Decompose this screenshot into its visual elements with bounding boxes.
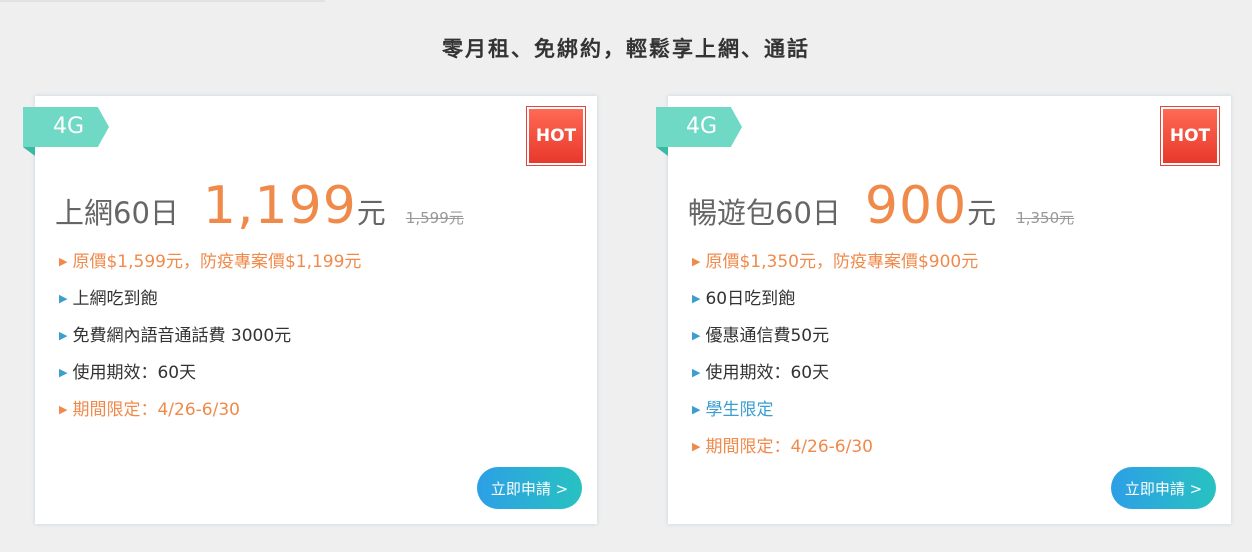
price-row: 上網60日 1,199 元 1,599元 xyxy=(55,176,464,236)
plan-name: 暢遊包60日 xyxy=(688,196,841,230)
apply-button[interactable]: 立即申請 > xyxy=(477,467,582,509)
bullet-arrow-icon: ▶ xyxy=(692,366,701,379)
ribbon-fold xyxy=(656,147,668,156)
plan-card-internet-60: 4G HOT 上網60日 1,199 元 1,599元 ▶ 原價$1,599元，防… xyxy=(23,96,597,524)
feature-item: ▶ 60日吃到飽 xyxy=(692,289,796,309)
feature-item: ▶ 上網吃到飽 xyxy=(59,289,158,309)
feature-item: ▶ 原價$1,599元，防疫專案價$1,199元 xyxy=(59,252,362,272)
plan-price: 1,199 xyxy=(202,176,357,236)
price-unit: 元 xyxy=(967,196,997,230)
feature-item: ▶ 原價$1,350元，防疫專案價$900元 xyxy=(692,252,979,272)
network-tag: 4G xyxy=(656,107,742,147)
plan-price: 900 xyxy=(864,176,968,236)
ribbon-fold xyxy=(23,147,35,156)
feature-item: ▶ 期間限定：4/26-6/30 xyxy=(692,437,873,457)
bullet-arrow-icon: ▶ xyxy=(59,255,68,268)
feature-item: ▶ 優惠通信費50元 xyxy=(692,326,830,346)
plan-card-travel-60: 4G HOT 暢遊包60日 900 元 1,350元 ▶ 原價$1,350元，防疫… xyxy=(656,96,1231,524)
feature-list: ▶ 原價$1,350元，防疫專案價$900元 ▶ 60日吃到飽 ▶ 優惠通信費50元 … xyxy=(692,250,978,472)
bullet-arrow-icon: ▶ xyxy=(59,403,68,416)
hot-badge: HOT xyxy=(527,107,585,165)
feature-item: ▶ 期間限定：4/26-6/30 xyxy=(59,400,240,420)
page-heading: 零月租、免綁約，輕鬆享上網、通話 xyxy=(442,37,810,61)
bullet-arrow-icon: ▶ xyxy=(692,255,701,268)
bullet-arrow-icon: ▶ xyxy=(692,440,701,453)
original-price: 1,350元 xyxy=(1016,209,1075,227)
plan-name: 上網60日 xyxy=(55,196,179,230)
feature-list: ▶ 原價$1,599元，防疫專案價$1,199元 ▶ 上網吃到飽 ▶ 免費網內語音通話… xyxy=(59,250,361,435)
feature-item: ▶ 學生限定 xyxy=(692,400,774,420)
bullet-arrow-icon: ▶ xyxy=(692,292,701,305)
bullet-arrow-icon: ▶ xyxy=(692,329,701,342)
price-row: 暢遊包60日 900 元 1,350元 xyxy=(688,176,1074,236)
apply-button[interactable]: 立即申請 > xyxy=(1111,467,1216,509)
feature-item: ▶ 使用期效：60天 xyxy=(59,363,197,383)
bullet-arrow-icon: ▶ xyxy=(692,403,701,416)
bullet-arrow-icon: ▶ xyxy=(59,366,68,379)
original-price: 1,599元 xyxy=(405,209,464,227)
feature-item: ▶ 使用期效：60天 xyxy=(692,363,830,383)
hot-badge: HOT xyxy=(1161,107,1219,165)
network-tag: 4G xyxy=(23,107,109,147)
bullet-arrow-icon: ▶ xyxy=(59,292,68,305)
price-unit: 元 xyxy=(356,196,386,230)
feature-item: ▶ 免費網內語音通話費 3000元 xyxy=(59,326,292,346)
top-divider xyxy=(0,0,325,2)
bullet-arrow-icon: ▶ xyxy=(59,329,68,342)
